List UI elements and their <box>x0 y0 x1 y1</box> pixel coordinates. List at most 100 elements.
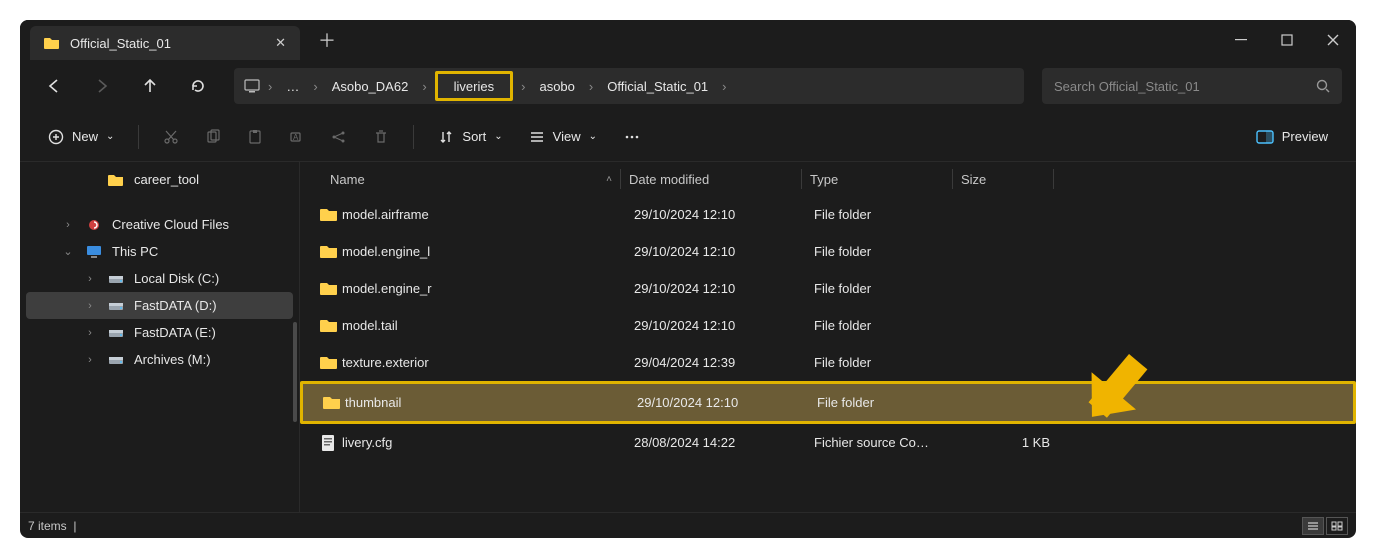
folder-icon <box>320 244 342 259</box>
file-name: livery.cfg <box>342 435 630 450</box>
tree-chevron-icon[interactable]: › <box>82 354 98 366</box>
search-placeholder: Search Official_Static_01 <box>1054 79 1200 94</box>
window-tab[interactable]: Official_Static_01 ✕ <box>30 26 300 60</box>
tree-item-icon <box>108 354 124 366</box>
file-icon <box>320 434 342 452</box>
sidebar-item[interactable]: › FastDATA (E:) <box>26 319 293 346</box>
chevron-down-icon: ⌄ <box>494 131 502 142</box>
file-row[interactable]: texture.exterior29/04/2024 12:39File fol… <box>300 344 1356 381</box>
refresh-button[interactable] <box>178 66 218 106</box>
file-name: model.airframe <box>342 207 630 222</box>
sidebar: career_tool › Creative Cloud Files ⌄This PC… <box>20 162 300 512</box>
tree-chevron-icon[interactable]: ⌄ <box>60 245 76 258</box>
paste-button[interactable] <box>237 123 273 151</box>
rename-button[interactable]: A <box>279 123 315 151</box>
column-size[interactable]: Size <box>953 172 1053 187</box>
delete-button[interactable] <box>363 123 399 151</box>
up-button[interactable] <box>130 66 170 106</box>
file-name: thumbnail <box>345 395 633 410</box>
chevron-right-icon[interactable]: › <box>418 79 430 94</box>
preview-button[interactable]: Preview <box>1246 123 1338 150</box>
file-date: 29/04/2024 12:39 <box>630 355 810 370</box>
file-name: texture.exterior <box>342 355 630 370</box>
tree-item-label: Archives (M:) <box>134 352 211 367</box>
share-button[interactable] <box>321 123 357 151</box>
tree-chevron-icon[interactable]: › <box>82 300 98 312</box>
toolbar: New ⌄ A Sort ⌄ View ⌄ <box>20 112 1356 162</box>
breadcrumb-item[interactable]: Asobo_DA62 <box>326 68 415 104</box>
details-view-toggle[interactable] <box>1302 517 1324 535</box>
view-button[interactable]: View ⌄ <box>519 123 607 151</box>
chevron-right-icon[interactable]: › <box>264 79 276 94</box>
sidebar-item[interactable]: › Creative Cloud Files <box>26 211 293 238</box>
tree-chevron-icon[interactable]: › <box>82 273 98 285</box>
breadcrumb-item-highlighted[interactable]: liveries <box>435 71 513 101</box>
explorer-window: Official_Static_01 ✕ ＋ <box>20 20 1356 538</box>
file-type: File folder <box>810 318 960 333</box>
folder-icon <box>320 318 342 333</box>
file-row[interactable]: thumbnail29/10/2024 12:10File folder <box>303 384 1353 421</box>
file-date: 29/10/2024 12:10 <box>633 395 813 410</box>
search-input[interactable]: Search Official_Static_01 <box>1042 68 1342 104</box>
file-row[interactable]: model.engine_r29/10/2024 12:10File folde… <box>300 270 1356 307</box>
scrollbar[interactable] <box>293 322 297 422</box>
folder-icon <box>320 281 342 296</box>
navbar: › … › Asobo_DA62 › liveries › asobo › Of… <box>20 60 1356 112</box>
minimize-button[interactable] <box>1218 20 1264 60</box>
breadcrumb-item[interactable]: Official_Static_01 <box>601 68 714 104</box>
tree-item-label: Local Disk (C:) <box>134 271 219 286</box>
maximize-button[interactable] <box>1264 20 1310 60</box>
breadcrumb-item[interactable]: asobo <box>533 68 580 104</box>
tree-item-icon <box>108 300 124 312</box>
forward-button[interactable] <box>82 66 122 106</box>
add-tab-button[interactable]: ＋ <box>300 27 354 53</box>
column-type[interactable]: Type <box>802 172 952 187</box>
sidebar-item[interactable]: career_tool <box>26 166 293 193</box>
sort-button[interactable]: Sort ⌄ <box>428 123 512 151</box>
column-date[interactable]: Date modified <box>621 172 801 187</box>
sidebar-item[interactable]: › Local Disk (C:) <box>26 265 293 292</box>
file-row[interactable]: model.engine_l29/10/2024 12:10File folde… <box>300 233 1356 270</box>
tree-item-label: FastDATA (E:) <box>134 325 216 340</box>
tree-chevron-icon[interactable]: › <box>60 219 76 231</box>
titlebar: Official_Static_01 ✕ ＋ <box>20 20 1356 60</box>
file-row[interactable]: model.tail29/10/2024 12:10File folder <box>300 307 1356 344</box>
close-tab-icon[interactable]: ✕ <box>275 35 286 51</box>
address-bar[interactable]: › … › Asobo_DA62 › liveries › asobo › Of… <box>234 68 1024 104</box>
chevron-right-icon[interactable]: › <box>585 79 597 94</box>
file-date: 29/10/2024 12:10 <box>630 244 810 259</box>
pc-icon <box>244 79 260 93</box>
column-name[interactable]: Name ˄ <box>300 172 620 187</box>
file-name: model.tail <box>342 318 630 333</box>
file-row[interactable]: livery.cfg28/08/2024 14:22Fichier source… <box>300 424 1356 461</box>
chevron-down-icon: ⌄ <box>589 131 597 142</box>
file-date: 28/08/2024 14:22 <box>630 435 810 450</box>
breadcrumb-more[interactable]: … <box>280 68 305 104</box>
file-row[interactable]: model.airframe29/10/2024 12:10File folde… <box>300 196 1356 233</box>
icons-view-toggle[interactable] <box>1326 517 1348 535</box>
tree-item-icon <box>108 173 124 187</box>
file-type: File folder <box>810 281 960 296</box>
folder-icon <box>320 207 342 222</box>
more-button[interactable] <box>613 123 651 151</box>
close-window-button[interactable] <box>1310 20 1356 60</box>
sidebar-item[interactable]: ›FastDATA (D:) <box>26 292 293 319</box>
sidebar-item[interactable]: ⌄This PC <box>26 238 293 265</box>
file-type: File folder <box>810 244 960 259</box>
file-name: model.engine_l <box>342 244 630 259</box>
cut-button[interactable] <box>153 123 189 151</box>
status-bar: 7 items | <box>20 512 1356 538</box>
file-date: 29/10/2024 12:10 <box>630 281 810 296</box>
back-button[interactable] <box>34 66 74 106</box>
chevron-right-icon[interactable]: › <box>517 79 529 94</box>
file-type: File folder <box>813 395 963 410</box>
sidebar-item[interactable]: › Archives (M:) <box>26 346 293 373</box>
tree-item-label: Creative Cloud Files <box>112 217 229 232</box>
tree-chevron-icon[interactable]: › <box>82 327 98 339</box>
copy-button[interactable] <box>195 123 231 151</box>
file-list: model.airframe29/10/2024 12:10File folde… <box>300 196 1356 461</box>
new-button[interactable]: New ⌄ <box>38 123 124 151</box>
tree-item-icon <box>86 218 102 232</box>
chevron-right-icon[interactable]: › <box>309 79 321 94</box>
chevron-right-icon[interactable]: › <box>718 79 730 94</box>
